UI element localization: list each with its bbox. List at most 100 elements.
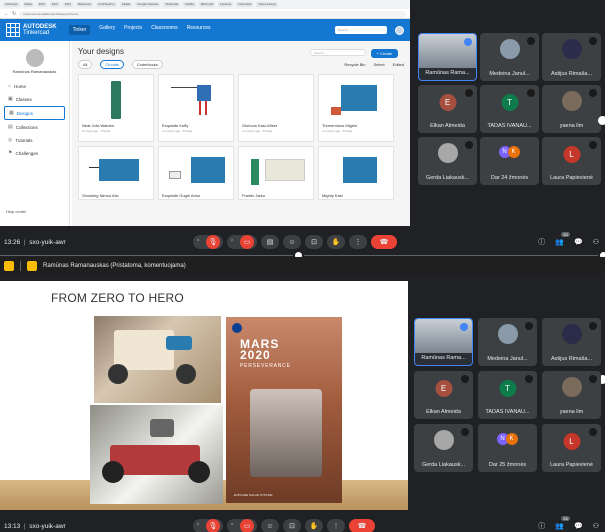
people-icon[interactable]: 👥 34 (555, 516, 570, 530)
url-field[interactable]: tinkercad.com/dashboard/designs/circuits (19, 10, 406, 17)
help-center-link[interactable]: Help center (6, 209, 26, 214)
more-options-button[interactable]: ⋮ (349, 235, 367, 249)
sidebar-item-home[interactable]: ⌂ Home (4, 80, 65, 92)
filter-circuits[interactable]: Circuits (100, 60, 124, 69)
bookmark[interactable]: CoolTeacher (95, 2, 117, 7)
bookmark[interactable]: Visos adresų (256, 2, 278, 7)
participant-tile[interactable]: Gerda Liakausk... (418, 137, 477, 185)
bookmark[interactable]: Mokomos (75, 2, 93, 7)
people-icon[interactable]: 👥 33 (555, 232, 570, 246)
bookmark[interactable]: ESV (62, 2, 73, 7)
present-button[interactable]: ⊡ (305, 235, 323, 249)
select-link[interactable]: Select (374, 62, 385, 67)
bookmark[interactable]: Tinkercad (163, 2, 181, 7)
raise-hand-button[interactable]: ✋ (305, 519, 323, 532)
participant-tile[interactable]: Ramūnas Rama... (418, 33, 477, 81)
nav-gallery[interactable]: Gallery (99, 25, 115, 35)
nav-tinker[interactable]: Tinker (68, 25, 91, 35)
emoji-button[interactable]: ☺ (283, 235, 301, 249)
refresh-icon[interactable]: ↻ (12, 11, 16, 17)
participant-name: Ramūnas Rama... (425, 70, 470, 76)
sidebar-item-classes[interactable]: ▣ Classes (4, 93, 65, 105)
design-card[interactable]: Frantic Jarko (238, 146, 314, 200)
sidebar-item-challenges[interactable]: ⚑ Challenges (4, 147, 65, 159)
nav-projects[interactable]: Projects (124, 25, 142, 35)
more-options-button[interactable]: ⋮ (327, 519, 345, 532)
sidebar-item-designs[interactable]: ▦ Designs (4, 106, 65, 120)
designs-grid: Neat Jofo-Wambo 10 days ago · Private Ex… (78, 74, 404, 200)
nav-resources[interactable]: Resources (187, 25, 211, 35)
participant-tile[interactable]: E Elkan Almeida (414, 371, 473, 419)
sidebar-item-collections[interactable]: ▤ Collections (4, 121, 65, 133)
participant-tile[interactable]: L Laura Papievienė (542, 137, 601, 185)
participant-tile[interactable]: Ramūnas Rama... (414, 318, 473, 366)
design-card[interactable]: Exquisite Kuffy 4 months ago · Private (158, 74, 234, 142)
participant-tile[interactable]: yaena lim (542, 85, 601, 133)
bookmark[interactable]: Microsoft (198, 2, 216, 7)
bookmark[interactable]: Fadak (119, 2, 133, 7)
bookmark[interactable]: Instructab (236, 2, 254, 7)
back-icon[interactable]: ← (4, 11, 9, 17)
header-search[interactable]: Search (335, 26, 387, 34)
mars-poster: MARS 2020 PERSEVERANCE EXPLORE SOLAR SYST… (226, 317, 342, 503)
bookmark[interactable]: Google Klasses (135, 2, 161, 7)
design-card[interactable]: Shocking Nimoo Allo (78, 146, 154, 200)
mic-button[interactable]: ⌃ 🎙︎ (193, 235, 223, 249)
present-button[interactable]: ⊡ (283, 519, 301, 532)
bookmark[interactable]: GotRa (183, 2, 196, 7)
camera-button[interactable]: ⌃ ▭ (227, 519, 257, 532)
filter-codeblocks[interactable]: Codeblocks (131, 60, 163, 69)
nav-classrooms[interactable]: Classrooms (151, 25, 177, 35)
designs-search[interactable]: Search (310, 49, 366, 56)
filter-all[interactable]: All (78, 60, 93, 69)
participant-tile[interactable]: Gerda Liakausk... (414, 424, 473, 472)
participant-tile[interactable]: N K Dar 25 žmonės (478, 424, 537, 472)
design-card[interactable]: Tremendous Migelo 4 months ago · Private (318, 74, 394, 142)
captions-button[interactable]: ▤ (261, 235, 279, 249)
design-card[interactable]: Neat Jofo-Wambo 10 days ago · Private (78, 74, 154, 142)
activities-icon[interactable]: ⚇ (593, 522, 599, 530)
participant-tile[interactable]: T TADAS IVANAU... (478, 371, 537, 419)
speaking-icon (464, 38, 472, 46)
activities-icon[interactable]: ⚇ (593, 238, 599, 246)
info-icon[interactable]: ⓘ (538, 237, 545, 247)
participant-tile[interactable]: N K Dar 24 žmonės (480, 137, 539, 185)
profile-avatar[interactable] (25, 49, 44, 67)
info-icon[interactable]: ⓘ (538, 521, 545, 531)
divider-handle[interactable] (598, 116, 605, 125)
bookmark[interactable]: Matai (22, 2, 34, 7)
tinkercad-header: AUTODESK Tinkercad Tinker Gallery Projec… (0, 19, 410, 41)
participant-tile[interactable]: yaena lim (542, 371, 601, 419)
sort-dropdown[interactable]: Edited (393, 62, 404, 67)
sidebar-item-tutorials[interactable]: ◎ Tutorials (4, 134, 65, 146)
design-title: Exquisite Kuffy (162, 123, 189, 128)
presenting-banner: Ramūnas Ramanauskas (Pristatoma, komentu… (0, 257, 605, 274)
chat-icon[interactable]: 💬 (574, 522, 583, 530)
recycle-bin-link[interactable]: Recycle Bin (344, 62, 365, 67)
emoji-button[interactable]: ☺ (261, 519, 279, 532)
participant-tile[interactable]: T TADAS IVANAU... (480, 85, 539, 133)
bookmark[interactable]: ESV (36, 2, 47, 7)
tinkercad-logo[interactable]: AUTODESK Tinkercad (6, 23, 57, 37)
bookmark[interactable]: ESV (49, 2, 60, 7)
mic-button[interactable]: ⌃ 🎙︎ (193, 519, 223, 532)
bookmark[interactable]: Lietuvos (218, 2, 234, 7)
design-card[interactable]: Glorious Kasi-Wiser 4 months ago · Priva… (238, 74, 314, 142)
brand-tinkercad: Tinkercad (23, 30, 50, 36)
leave-call-button[interactable]: ☎ (371, 235, 397, 249)
participant-tile[interactable]: Astijus Rimaša... (542, 33, 601, 81)
leave-call-button[interactable]: ☎ (349, 519, 375, 532)
user-avatar[interactable] (395, 25, 404, 35)
raise-hand-button[interactable]: ✋ (327, 235, 345, 249)
chat-icon[interactable]: 💬 (574, 238, 583, 246)
participant-tile[interactable]: L Laura Papievienė (542, 424, 601, 472)
participant-tile[interactable]: Astijus Rimaša... (542, 318, 601, 366)
camera-button[interactable]: ⌃ ▭ (227, 235, 257, 249)
participant-tile[interactable]: Medeina Janul... (478, 318, 537, 366)
participant-tile[interactable]: E Elkan Almeida (418, 85, 477, 133)
participant-tile[interactable]: Medeina Janul... (480, 33, 539, 81)
design-card[interactable]: Exquisite Gugle Amur (158, 146, 234, 200)
design-card[interactable]: Mighty Kasi (318, 146, 394, 200)
create-button[interactable]: + Create (370, 49, 398, 58)
bookmark[interactable]: Užduotys (3, 2, 20, 7)
